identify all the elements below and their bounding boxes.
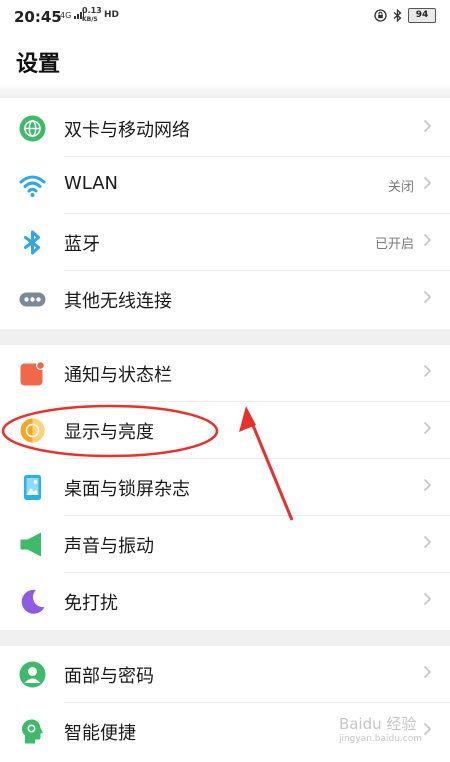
item-label: 声音与振动 xyxy=(64,536,154,557)
item-label: 面部与密码 xyxy=(64,666,154,687)
network-type: 4G xyxy=(60,11,72,20)
watermark-main: Baidu 经验 xyxy=(338,715,417,733)
network-speed-unit: KB/S xyxy=(82,16,98,23)
item-label: 免打扰 xyxy=(64,593,118,614)
chevron-right-icon xyxy=(423,592,432,606)
settings-item-notifications[interactable]: 通知与状态栏 xyxy=(0,345,450,402)
baidu-jingyan-watermark: Baidu 经验 jingyan.baidu.com xyxy=(339,713,422,744)
item-label: 桌面与锁屏杂志 xyxy=(64,479,190,500)
watermark-sub: jingyan.baidu.com xyxy=(338,734,422,744)
more-connections-icon xyxy=(19,292,46,307)
notification-icon xyxy=(20,361,45,386)
section-separator xyxy=(0,84,450,98)
page-title: 设置 xyxy=(16,52,61,77)
settings-item-bluetooth[interactable]: 蓝牙 已开启 xyxy=(0,214,450,271)
moon-icon xyxy=(21,589,45,614)
item-label: 双卡与移动网络 xyxy=(64,120,190,141)
settings-item-dual-sim[interactable]: 双卡与移动网络 xyxy=(0,100,450,157)
item-label: 蓝牙 xyxy=(64,234,100,255)
settings-group-security: 面部与密码 智能便捷 xyxy=(0,646,450,762)
chevron-right-icon xyxy=(423,722,432,736)
brightness-icon xyxy=(20,418,45,443)
status-right: 94 xyxy=(374,8,436,23)
settings-item-sound-vibration[interactable]: 声音与振动 xyxy=(0,516,450,573)
item-label: 智能便捷 xyxy=(64,723,136,744)
settings-group-connections: 双卡与移动网络 WLAN 关闭 蓝牙 已开启 其他无线连接 xyxy=(0,100,450,329)
globe-icon xyxy=(19,115,46,142)
settings-item-display-brightness[interactable]: 显示与亮度 xyxy=(0,402,450,459)
status-bar: 20:45 4G 0.13 KB/S HD 94 xyxy=(0,0,450,34)
status-time: 20:45 xyxy=(14,8,62,26)
chevron-right-icon xyxy=(423,119,432,133)
chevron-right-icon xyxy=(423,364,432,378)
smart-assist-icon xyxy=(22,719,43,744)
speaker-icon xyxy=(20,532,41,557)
network-speed-value: 0.13 xyxy=(82,6,102,15)
item-value: 已开启 xyxy=(374,237,414,252)
chevron-right-icon xyxy=(423,176,432,190)
settings-group-display: 通知与状态栏 显示与亮度 桌面与锁屏杂志 声音与振动 免打扰 xyxy=(0,345,450,630)
battery-icon: 94 xyxy=(408,8,436,23)
chevron-right-icon xyxy=(423,233,432,247)
settings-item-wlan[interactable]: WLAN 关闭 xyxy=(0,157,450,214)
section-separator xyxy=(0,630,450,646)
chevron-right-icon xyxy=(423,290,432,304)
settings-item-face-password[interactable]: 面部与密码 xyxy=(0,646,450,703)
item-label: 通知与状态栏 xyxy=(64,365,172,386)
wifi-icon xyxy=(19,175,46,197)
wallpaper-icon xyxy=(24,475,41,500)
settings-item-other-wireless[interactable]: 其他无线连接 xyxy=(0,271,450,328)
hd-indicator: HD xyxy=(104,10,120,20)
settings-item-desktop-lockscreen[interactable]: 桌面与锁屏杂志 xyxy=(0,459,450,516)
chevron-right-icon xyxy=(423,478,432,492)
settings-item-do-not-disturb[interactable]: 免打扰 xyxy=(0,573,450,630)
lock-rotation-icon xyxy=(374,9,387,22)
item-label: 其他无线连接 xyxy=(64,291,172,312)
chevron-right-icon xyxy=(423,665,432,679)
item-value: 关闭 xyxy=(387,180,414,195)
bluetooth-icon xyxy=(24,230,40,255)
item-label: 显示与亮度 xyxy=(64,422,154,443)
section-separator xyxy=(0,329,450,345)
item-label: WLAN xyxy=(64,173,119,194)
signal-icon: 4G xyxy=(60,10,84,20)
bluetooth-status-icon xyxy=(393,9,402,22)
chevron-right-icon xyxy=(423,535,432,549)
chevron-right-icon xyxy=(423,421,432,435)
face-password-icon xyxy=(19,661,46,688)
network-speed: 0.13 KB/S xyxy=(82,6,102,24)
